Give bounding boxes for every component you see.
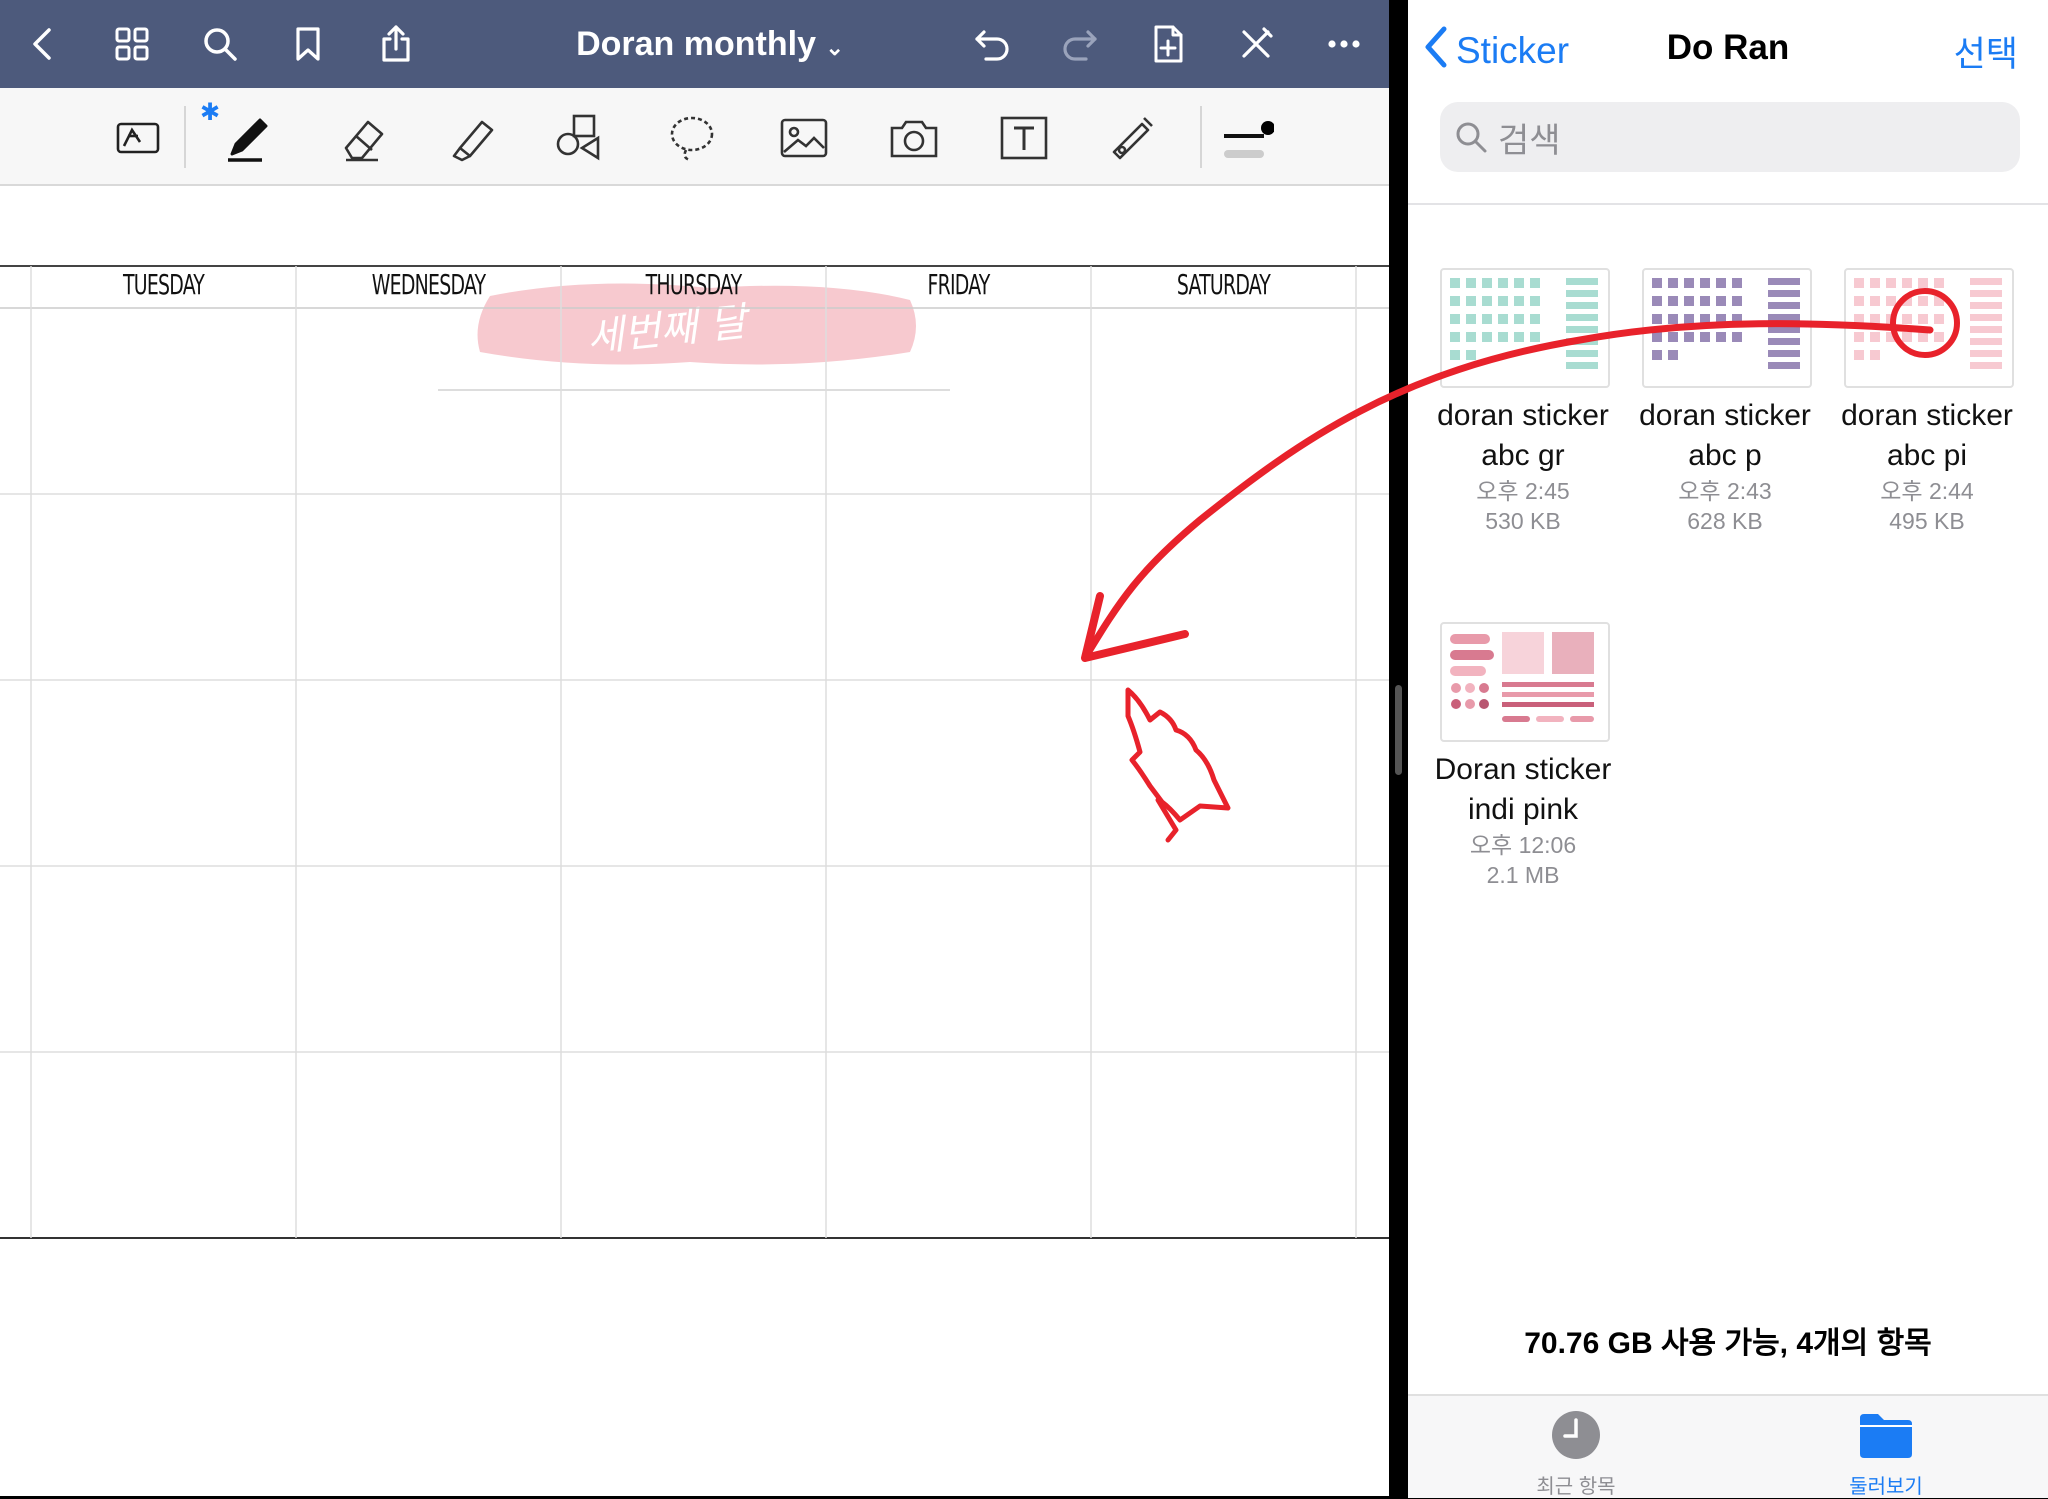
file-name: doran sticker <box>1639 399 1811 432</box>
day-header-friday: FRIDAY <box>927 268 990 301</box>
image-icon[interactable] <box>772 106 836 170</box>
day-header-wednesday: WEDNESDAY <box>371 268 486 301</box>
eraser-icon[interactable] <box>332 106 396 170</box>
file-size: 495 KB <box>1889 508 1965 534</box>
more-icon[interactable] <box>1318 18 1370 70</box>
pen-icon[interactable] <box>216 106 280 170</box>
document-title[interactable]: Doran monthly ⌄ <box>560 22 860 66</box>
toolbar-separator <box>184 106 186 168</box>
text-icon[interactable] <box>992 106 1056 170</box>
chevron-down-icon: ⌄ <box>825 35 844 60</box>
file-time: 오후 12:06 <box>1469 832 1577 858</box>
divider-line <box>1408 203 2048 205</box>
file-name: indi pink <box>1467 793 1579 826</box>
goodnotes-window: Doran monthly ⌄ ✱ 세번째 달 TUESDAY WEDNESDA… <box>0 0 1389 1496</box>
folder-icon <box>1858 1410 1914 1460</box>
calendar-grid <box>0 265 1389 1239</box>
files-window: Sticker Do Ran 선택 검색 doran sticker abc g… <box>1408 0 2048 1498</box>
add-page-icon[interactable] <box>1142 18 1194 70</box>
folder-title: Do Ran <box>1666 28 1790 67</box>
file-thumbnail-abc-p[interactable] <box>1642 268 1812 388</box>
file-name: Doran sticker <box>1434 753 1612 786</box>
back-button-label: Sticker <box>1456 30 1570 71</box>
undo-icon[interactable] <box>966 18 1018 70</box>
document-title-text: Doran monthly <box>576 25 816 63</box>
day-header-saturday: SATURDAY <box>1176 268 1271 301</box>
file-item-abc-pi[interactable]: doran sticker abc pi 오후 2:44 495 KB <box>1827 396 2027 536</box>
highlighter-icon[interactable] <box>442 106 506 170</box>
file-thumbnail-abc-gr[interactable] <box>1440 268 1610 388</box>
file-thumbnail-indi-pink[interactable] <box>1440 622 1610 742</box>
file-item-abc-p[interactable]: doran sticker abc p 오후 2:43 628 KB <box>1625 396 1825 536</box>
tab-bar: 최근 항목 둘러보기 <box>1408 1394 2048 1498</box>
file-name: abc pi <box>1886 439 1968 472</box>
thumbnails-icon[interactable] <box>106 18 158 70</box>
storage-summary: 70.76 GB 사용 가능, 4개의 항목 <box>1524 1327 1932 1360</box>
select-button[interactable]: 선택 <box>1954 26 2018 77</box>
split-view-handle[interactable] <box>1395 685 1402 775</box>
lasso-icon[interactable] <box>660 106 724 170</box>
back-button[interactable]: Sticker <box>1422 26 1569 76</box>
share-icon[interactable] <box>370 18 422 70</box>
file-time: 오후 2:43 <box>1678 478 1772 504</box>
tab-browse-label: 둘러보기 <box>1849 1476 1923 1498</box>
tab-recents-label: 최근 항목 <box>1536 1476 1616 1498</box>
file-name: abc p <box>1688 439 1762 472</box>
file-item-abc-gr[interactable]: doran sticker abc gr 오후 2:45 530 KB <box>1423 396 1623 536</box>
search-placeholder: 검색 <box>1498 121 1561 160</box>
search-icon <box>1454 120 1488 154</box>
read-mode-icon[interactable] <box>106 106 170 170</box>
file-name: doran sticker <box>1841 399 2013 432</box>
day-header-thursday: THURSDAY <box>645 268 742 301</box>
bookmark-icon[interactable] <box>282 18 334 70</box>
stroke-size-icon[interactable] <box>1214 106 1278 170</box>
top-navigation-bar: Doran monthly ⌄ <box>0 0 1389 88</box>
chevron-left-icon <box>1422 25 1450 78</box>
toolbar-separator <box>1200 106 1202 168</box>
laser-pointer-icon[interactable] <box>1100 106 1164 170</box>
file-size: 628 KB <box>1687 508 1763 534</box>
close-pen-icon[interactable] <box>1230 18 1282 70</box>
file-name: abc gr <box>1481 439 1565 472</box>
file-size: 2.1 MB <box>1486 862 1560 888</box>
redo-icon[interactable] <box>1054 18 1106 70</box>
file-time: 오후 2:44 <box>1880 478 1974 504</box>
search-field[interactable]: 검색 <box>1440 102 2020 172</box>
drawing-toolbar: ✱ <box>0 88 1389 186</box>
tab-recents[interactable]: 최근 항목 <box>1496 1410 1656 1499</box>
clock-icon <box>1551 1410 1601 1460</box>
search-icon[interactable] <box>194 18 246 70</box>
shapes-icon[interactable] <box>548 106 612 170</box>
file-item-indi-pink[interactable]: Doran sticker indi pink 오후 12:06 2.1 MB <box>1423 750 1623 890</box>
file-time: 오후 2:45 <box>1476 478 1570 504</box>
file-name: doran sticker <box>1437 399 1609 432</box>
back-icon[interactable] <box>18 18 70 70</box>
camera-icon[interactable] <box>882 106 946 170</box>
file-thumbnail-abc-pi[interactable] <box>1844 268 2014 388</box>
tab-browse[interactable]: 둘러보기 <box>1806 1410 1966 1499</box>
day-header-tuesday: TUESDAY <box>122 268 205 301</box>
file-size: 530 KB <box>1485 508 1561 534</box>
